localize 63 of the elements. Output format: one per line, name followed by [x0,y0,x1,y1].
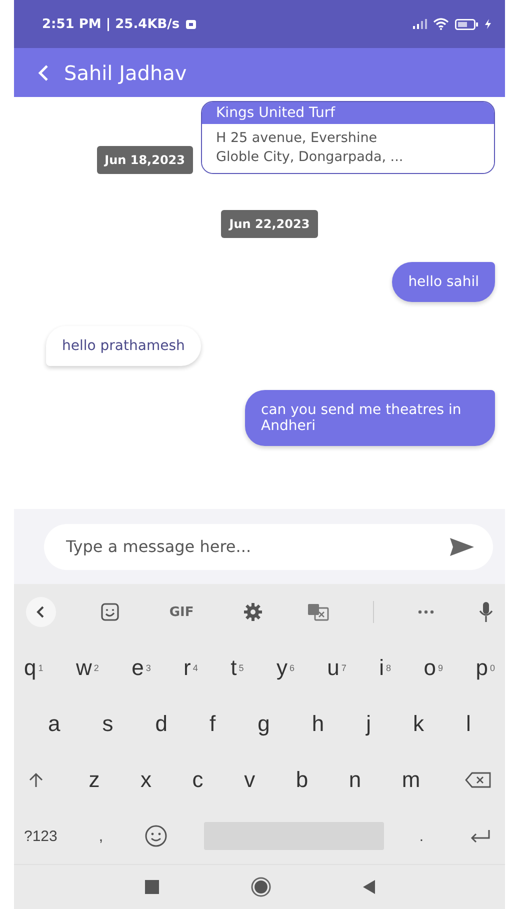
letter-key[interactable]: x [134,767,158,793]
letter-key[interactable]: y$^{6}$ [270,655,300,681]
home-icon[interactable] [250,877,270,897]
letter-key[interactable]: i$^{8}$ [373,655,398,681]
back-icon[interactable] [36,64,50,82]
sent-message: can you send me theatres in Andheri [245,390,495,446]
enter-icon [468,829,491,843]
letter-key[interactable]: e$^{3}$ [126,655,157,681]
letter-key[interactable]: t$^{5}$ [224,655,250,681]
letter-key[interactable]: z [82,767,106,793]
message-bar[interactable]: Type a message here... [44,524,493,570]
date-chip: Jun 18,2023 [96,146,193,174]
translate-icon[interactable] [307,603,330,621]
status-time: 2:51 PM | 25.4KB/s [42,16,180,32]
chevron-left-icon [36,605,46,619]
letter-key[interactable]: o$^{9}$ [418,655,449,681]
sent-message: hello sahil [392,262,495,302]
symbol-key[interactable]: , [92,828,109,844]
collapse-button[interactable] [26,597,56,627]
send-icon[interactable] [449,536,475,556]
letter-key[interactable]: s [96,711,120,737]
letter-key[interactable]: l [460,711,477,737]
letter-key[interactable]: d [149,711,174,737]
address-line: H 25 avenue, Evershine [216,129,378,148]
more-icon[interactable] [417,609,436,615]
smiley-icon [144,824,168,848]
charging-icon [485,19,491,29]
letter-key[interactable]: v [238,767,262,793]
symbol-key[interactable]: ?123 [18,828,64,844]
letter-key[interactable]: w$^{2}$ [70,655,105,681]
letter-key[interactable]: u$^{7}$ [321,655,352,681]
letter-key[interactable]: a [42,711,66,737]
battery-icon [455,18,479,30]
backspace-icon [464,772,491,788]
letter-key[interactable]: g [252,711,276,737]
letter-key[interactable]: h [306,711,330,737]
letter-key[interactable]: k [407,711,430,737]
shift-icon [28,772,44,788]
letter-key[interactable]: p$^{0}$ [470,655,501,681]
received-message: hello prathamesh [46,326,201,366]
letter-key[interactable]: j [360,711,378,737]
letter-key[interactable]: c [186,767,210,793]
date-chip: Jun 22,2023 [221,210,318,238]
letter-key[interactable]: n [342,767,368,793]
address-line: Globle City, Dongarpada, ... [216,148,404,167]
card-title: Kings United Turf [202,102,494,124]
letter-key[interactable]: r$^{4}$ [178,655,204,681]
letter-key[interactable]: b [290,767,314,793]
location-card[interactable]: Kings United Turf H 25 avenue, Evershine Globle City, Dongarpada, ... [201,101,495,174]
microphone-icon[interactable] [478,602,493,622]
signal-icon [413,19,427,29]
contact-name: Sahil Jadhav [64,60,187,84]
notification-icon [186,20,196,28]
letter-key[interactable]: m [396,767,426,793]
gif-button[interactable]: GIF [163,604,200,620]
wifi-icon [433,18,449,30]
recents-icon[interactable] [144,880,158,894]
symbol-key[interactable]: . [413,828,430,844]
back-nav-icon[interactable] [362,880,374,894]
letter-key[interactable]: q$^{1}$ [18,655,50,681]
settings-icon[interactable] [243,602,264,622]
letter-key[interactable]: f [204,711,222,737]
sticker-icon[interactable] [100,602,120,622]
